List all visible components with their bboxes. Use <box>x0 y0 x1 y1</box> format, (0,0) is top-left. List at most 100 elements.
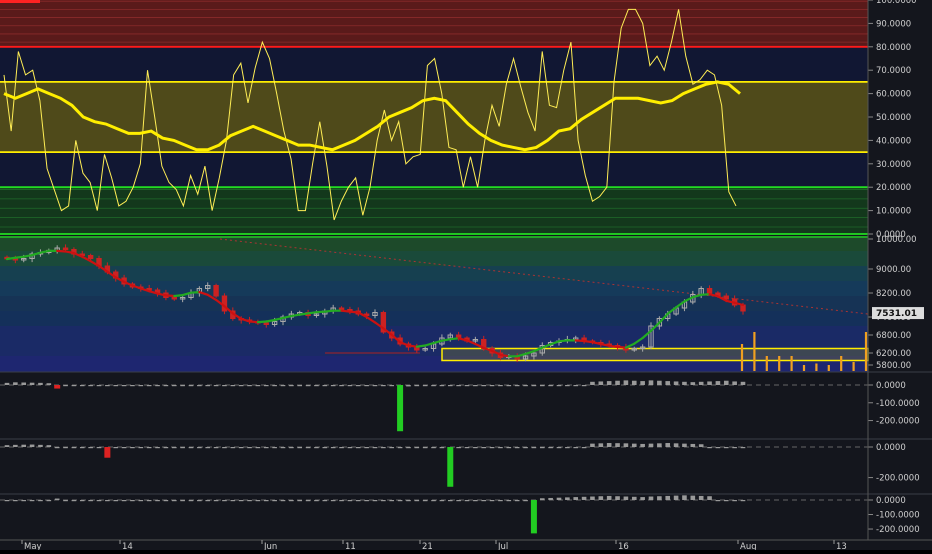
histogram-bar <box>439 500 445 502</box>
histogram-bar <box>163 447 169 449</box>
histogram-bar <box>180 385 185 387</box>
histogram-bar <box>498 500 503 502</box>
hull-moving-average-segment <box>700 293 711 296</box>
histogram-bar <box>54 385 61 389</box>
histogram-bar <box>364 385 369 387</box>
histogram-bar <box>255 500 261 502</box>
histogram-bar <box>682 381 687 385</box>
histogram-bar <box>606 495 612 500</box>
histogram-bar <box>63 447 68 449</box>
histogram-bar <box>222 385 227 387</box>
histogram-bar <box>673 381 679 385</box>
histogram-bar <box>732 447 737 449</box>
histogram-bar <box>21 444 27 447</box>
histogram-bar <box>657 496 662 500</box>
histogram-bar <box>38 444 43 447</box>
histogram-bar <box>506 500 512 502</box>
hull-moving-average-segment <box>290 313 301 318</box>
histogram-bar <box>473 500 478 502</box>
histogram-bar <box>38 382 43 385</box>
histogram-bar <box>330 447 336 449</box>
candle-body <box>62 247 69 250</box>
histogram-bar <box>565 497 570 500</box>
histogram-bar <box>205 447 211 449</box>
price-zone-band <box>0 326 868 342</box>
histogram-bar <box>665 381 671 385</box>
histogram-bar <box>314 447 319 449</box>
histogram-bar <box>272 385 277 387</box>
histogram-bar <box>489 500 495 502</box>
histogram-bar <box>205 385 211 387</box>
histogram-bar <box>581 385 587 387</box>
histogram-bar <box>305 447 311 449</box>
histogram-bar <box>263 385 269 387</box>
hull-moving-average-segment <box>298 312 310 316</box>
histogram-bar <box>13 444 18 447</box>
histogram-bar <box>29 444 35 447</box>
histogram-bar <box>71 500 77 502</box>
histogram-tick-label: -200.0000 <box>876 417 920 427</box>
histogram-bar <box>113 385 119 387</box>
histogram-bar <box>732 381 737 385</box>
histogram-bar <box>473 385 478 387</box>
price-zone-band <box>0 236 868 252</box>
hull-moving-average-segment <box>415 344 427 348</box>
histogram-bar <box>631 380 637 385</box>
histogram-bar <box>255 385 261 387</box>
oscillator-tick-label: 80.0000 <box>876 43 911 53</box>
histogram-bar <box>121 385 127 387</box>
histogram-bar <box>590 496 595 500</box>
hull-moving-average-segment <box>449 337 460 341</box>
histogram-bar <box>188 385 194 387</box>
overbought-zone <box>0 0 868 47</box>
histogram-bar <box>255 447 261 449</box>
histogram-bar <box>96 500 102 502</box>
histogram-bar <box>673 443 679 447</box>
oscillator-tick-label: 10.0000 <box>876 207 911 217</box>
price-tick-label: 5800.00 <box>876 361 911 371</box>
histogram-bar <box>54 498 60 500</box>
histogram-bar <box>305 385 311 387</box>
price-zone-band <box>0 266 868 282</box>
histogram-bar <box>431 447 436 449</box>
histogram-bar <box>146 447 152 449</box>
hull-moving-average-segment <box>323 309 335 313</box>
histogram-bar <box>230 385 236 387</box>
support-range-box <box>441 347 869 362</box>
histogram-bar <box>489 447 495 449</box>
histogram-bar <box>464 385 470 387</box>
histogram-bar <box>372 447 378 449</box>
histogram-bar <box>556 447 562 449</box>
histogram-bar <box>322 447 328 449</box>
histogram-bar <box>322 385 328 387</box>
histogram-bar <box>364 447 369 449</box>
histogram-bar <box>130 385 135 387</box>
histogram-bar <box>723 380 729 385</box>
hull-moving-average-segment <box>14 255 25 259</box>
histogram-tick-label: -100.0000 <box>876 399 920 409</box>
histogram-bar <box>88 447 93 449</box>
histogram-bar <box>213 500 219 502</box>
histogram-bar <box>188 447 194 449</box>
histogram-bar <box>690 382 696 385</box>
hull-moving-average-segment <box>248 320 260 324</box>
histogram-bar <box>146 385 152 387</box>
histogram-bar <box>339 385 344 387</box>
histogram-bar <box>355 447 361 449</box>
histogram-bar <box>155 447 160 449</box>
histogram-bar <box>138 500 144 502</box>
histogram-bar <box>130 447 135 449</box>
hull-moving-average-segment <box>315 310 326 314</box>
histogram-bar <box>657 443 662 447</box>
histogram-bar <box>355 385 361 387</box>
histogram-bar <box>498 385 503 387</box>
histogram-bar <box>665 443 671 447</box>
chart-area[interactable]: 100.0000 90.0000 80.0000 70.0000 60.0000 50.0… <box>0 0 932 552</box>
histogram-tick-label: 0.0000 <box>876 443 906 453</box>
chart-svg[interactable]: 100.0000 90.0000 80.0000 70.0000 60.0000 50.0… <box>0 0 932 552</box>
histogram-bar <box>615 380 620 385</box>
histogram-bar <box>665 495 671 500</box>
histogram-bar <box>13 500 18 502</box>
histogram-bar <box>113 447 119 449</box>
histogram-bar <box>297 447 303 449</box>
